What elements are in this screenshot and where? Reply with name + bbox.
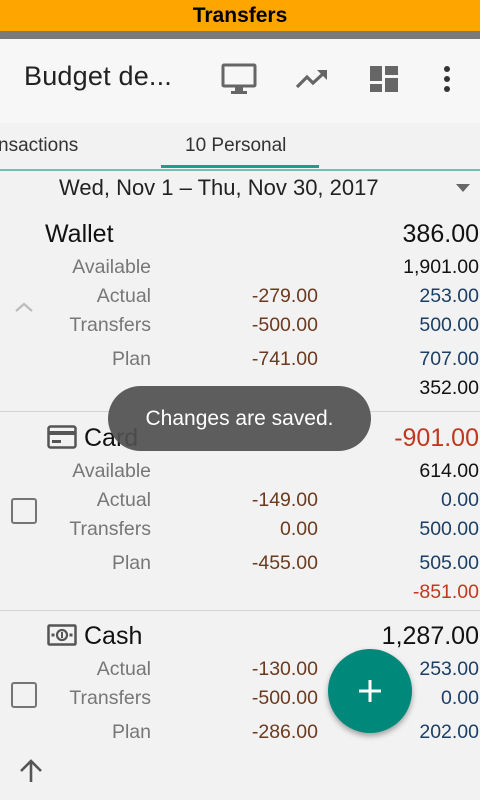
value-plan: 707.00 <box>419 348 479 370</box>
monitor-icon[interactable] <box>219 59 259 99</box>
account-name: Wallet <box>45 220 114 248</box>
tab-indicator <box>161 165 319 168</box>
value-actual-mid: -279.00 <box>251 285 318 307</box>
add-button[interactable] <box>328 649 412 733</box>
value-actual-mid: -149.00 <box>251 489 318 511</box>
value-transfers-mid: 0.00 <box>280 518 318 540</box>
value-plan: 505.00 <box>419 552 479 574</box>
app-bar: Budget de... <box>0 39 480 123</box>
value-transfers-mid: -500.00 <box>251 314 318 336</box>
value-actual: 253.00 <box>419 285 479 307</box>
dashboard-icon[interactable] <box>364 59 404 99</box>
value-available: 1,901.00 <box>403 256 479 278</box>
arrow-up-icon[interactable] <box>18 758 44 789</box>
value-available: 614.00 <box>419 460 479 482</box>
more-vert-icon[interactable] <box>427 59 467 99</box>
tab-bar-divider <box>0 169 480 171</box>
account-name: Cash <box>84 622 143 650</box>
value-plan-mid: -455.00 <box>251 552 318 574</box>
value-remaining: 352.00 <box>419 377 479 399</box>
value-actual-mid: -130.00 <box>251 658 318 680</box>
chevron-down-icon[interactable] <box>456 184 470 192</box>
bottom-bar <box>0 746 480 800</box>
value-plan: 202.00 <box>419 721 479 743</box>
system-title: Transfers <box>192 3 288 27</box>
toast-message: Changes are saved. <box>108 386 371 451</box>
value-transfers: 500.00 <box>419 518 479 540</box>
credit-card-icon <box>47 425 77 454</box>
value-plan-mid: -741.00 <box>251 348 318 370</box>
value-transfers: 0.00 <box>441 687 479 709</box>
trending-up-icon[interactable] <box>292 59 332 99</box>
row-label-available: Available <box>72 460 151 482</box>
plus-icon <box>359 680 381 702</box>
tab-bar: nsactions 10 Personal <box>0 123 480 171</box>
title-bar-divider <box>0 31 480 39</box>
account-total: 386.00 <box>402 220 479 248</box>
tab-personal[interactable]: 10 Personal <box>185 135 286 157</box>
account-total: 1,287.00 <box>381 622 479 650</box>
value-actual: 0.00 <box>441 489 479 511</box>
account-divider <box>0 610 480 611</box>
value-remaining: -851.00 <box>412 581 479 603</box>
system-title-bar: Transfers <box>0 0 480 31</box>
value-transfers-mid: -500.00 <box>251 687 318 709</box>
value-plan-mid: -286.00 <box>251 721 318 743</box>
account-total: -901.00 <box>394 424 479 452</box>
cash-icon <box>47 624 77 651</box>
app-title: Budget de... <box>24 61 173 91</box>
value-transfers: 500.00 <box>419 314 479 336</box>
row-label-available: Available <box>72 256 151 278</box>
value-actual: 253.00 <box>419 658 479 680</box>
date-range[interactable]: Wed, Nov 1 – Thu, Nov 30, 2017 <box>59 175 379 201</box>
tab-transactions[interactable]: nsactions <box>0 135 78 157</box>
